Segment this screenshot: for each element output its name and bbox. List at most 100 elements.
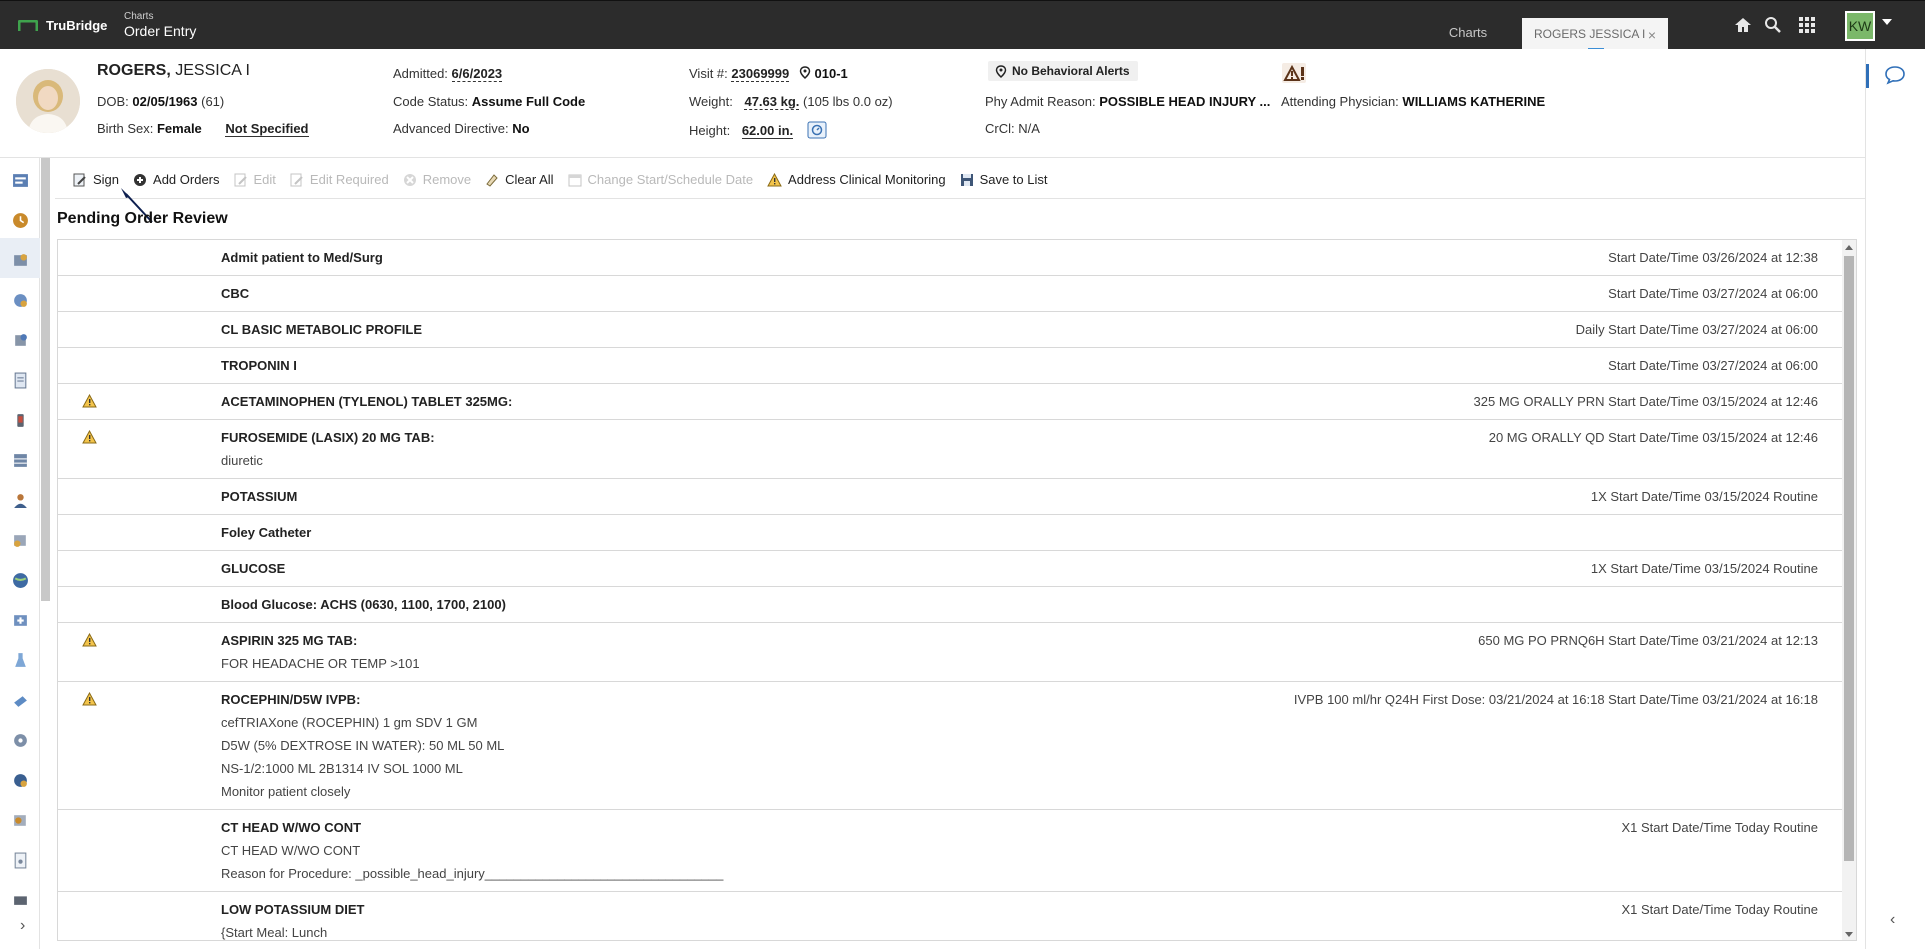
edit-required-label: Edit Required xyxy=(309,172,389,187)
birth-sex-label: Birth Sex: xyxy=(97,121,154,136)
sidebar-lab-icon[interactable] xyxy=(12,652,29,669)
order-name: CBC xyxy=(221,286,250,301)
order-schedule: Start Date/Time 03/26/2024 at 12:38 xyxy=(1608,250,1818,265)
sidebar-clock-icon[interactable] xyxy=(12,212,29,229)
order-name: CL BASIC METABOLIC PROFILE xyxy=(221,322,423,337)
sidebar-world-icon[interactable] xyxy=(12,772,29,789)
sidebar-settings-icon[interactable] xyxy=(12,732,29,749)
order-row[interactable]: CL BASIC METABOLIC PROFILE Daily Start Da… xyxy=(58,312,1856,348)
edit-button[interactable]: Edit xyxy=(234,172,276,187)
orders-scrollbar[interactable] xyxy=(1842,240,1856,940)
page-title: Pending Order Review xyxy=(57,210,228,227)
sidebar-notes-icon[interactable] xyxy=(12,532,29,549)
sidebar-results-icon[interactable] xyxy=(12,292,29,309)
app-subtitle: Charts xyxy=(124,11,154,22)
order-row[interactable]: CBC Start Date/Time 03/27/2024 at 06:00 xyxy=(58,276,1856,312)
order-row[interactable]: POTASSIUM 1X Start Date/Time 03/15/2024 R… xyxy=(58,479,1856,515)
order-schedule: Start Date/Time 03/27/2024 at 06:00 xyxy=(1608,286,1818,301)
order-schedule: IVPB 100 ml/hr Q24H First Dose: 03/21/20… xyxy=(1293,692,1818,707)
chevron-left-icon[interactable]: ‹ xyxy=(1890,911,1895,929)
save-to-list-button[interactable]: Save to List xyxy=(960,172,1048,187)
order-row[interactable]: LOW POTASSIUM DIET X1 Start Date/Time Tod… xyxy=(58,892,1856,940)
sidebar-more-icon[interactable] xyxy=(12,890,29,907)
order-row[interactable]: Admit patient to Med/Surg Start Date/Time… xyxy=(58,240,1856,276)
weight-link[interactable]: 47.63 kg. xyxy=(744,94,800,110)
order-row[interactable]: CT HEAD W/WO CONT X1 Start Date/Time Toda… xyxy=(58,810,1856,892)
tab-patient-chart[interactable]: ROGERS JESSICA I × xyxy=(1522,18,1668,50)
chevron-right-icon[interactable]: › xyxy=(20,917,25,935)
scroll-down-icon[interactable] xyxy=(1845,932,1853,937)
clear-all-button[interactable]: Clear All xyxy=(485,172,554,187)
sidebar-person-icon[interactable] xyxy=(12,492,29,509)
tab-patient-label: ROGERS JESSICA I xyxy=(1534,27,1646,41)
sidebar-transfer-icon[interactable] xyxy=(12,692,29,709)
chevron-down-icon[interactable] xyxy=(1882,19,1892,25)
order-schedule: X1 Start Date/Time Today Routine xyxy=(1621,902,1818,917)
location-pin-icon xyxy=(995,65,1007,78)
growth-chart-icon[interactable] xyxy=(807,121,827,139)
scroll-thumb[interactable] xyxy=(1844,256,1854,861)
change-start-date-label: Change Start/Schedule Date xyxy=(587,172,754,187)
remove-button[interactable]: Remove xyxy=(403,172,471,187)
admitted-label: Admitted: xyxy=(393,66,448,81)
warning-icon xyxy=(82,692,97,706)
order-schedule: 1X Start Date/Time 03/15/2024 Routine xyxy=(1590,561,1818,576)
sidebar-education-icon[interactable] xyxy=(12,812,29,829)
patient-name: ROGERS, JESSICA I xyxy=(97,62,250,80)
edit-required-button[interactable]: Edit Required xyxy=(290,172,389,187)
left-sidebar xyxy=(0,158,40,949)
dob-label: DOB: xyxy=(97,94,129,109)
chat-icon[interactable] xyxy=(1884,65,1906,85)
patient-banner: ROGERS, JESSICA I DOB: 02/05/1963 (61) B… xyxy=(0,49,1865,158)
behavioral-alerts-badge[interactable]: No Behavioral Alerts xyxy=(988,61,1138,81)
patient-first-name: JESSICA I xyxy=(175,62,250,79)
order-row[interactable]: FUROSEMIDE (LASIX) 20 MG TAB: 20 MG ORALL… xyxy=(58,420,1856,479)
home-icon[interactable] xyxy=(1733,15,1753,35)
location-pin-icon xyxy=(799,66,811,80)
add-orders-label: Add Orders xyxy=(153,172,220,187)
sidebar-summary-icon[interactable] xyxy=(12,172,29,189)
brand-logo[interactable]: TruBridge xyxy=(18,18,107,33)
sidebar-documents-icon[interactable] xyxy=(12,372,29,389)
order-row[interactable]: ROCEPHIN/D5W IVPB: IVPB 100 ml/hr Q24H Fi… xyxy=(58,682,1856,810)
right-rail: ‹ xyxy=(1865,49,1925,949)
sidebar-database-icon[interactable] xyxy=(12,452,29,469)
order-row[interactable]: ASPIRIN 325 MG TAB: 650 MG PO PRNQ6H Star… xyxy=(58,623,1856,682)
gender-identity-link[interactable]: Not Specified xyxy=(225,121,309,137)
sidebar-device-icon[interactable] xyxy=(12,412,29,429)
user-avatar[interactable]: KW xyxy=(1845,11,1875,41)
order-detail-line: Reason for Procedure: _possible_head_inj… xyxy=(221,866,724,881)
sidebar-globe-icon[interactable] xyxy=(12,572,29,589)
brand-name: TruBridge xyxy=(46,18,108,33)
sidebar-add-icon[interactable] xyxy=(12,612,29,629)
trubridge-logo-icon xyxy=(18,19,38,31)
sidebar-meds-icon[interactable] xyxy=(12,332,29,349)
sign-button[interactable]: Sign xyxy=(73,172,119,187)
sidebar-forms-icon[interactable] xyxy=(12,852,29,869)
height-link[interactable]: 62.00 in. xyxy=(741,123,794,139)
visit-link[interactable]: 23069999 xyxy=(731,66,790,82)
app-header: TruBridge Charts Order Entry Charts ROGE… xyxy=(0,0,1925,50)
scroll-up-icon[interactable] xyxy=(1845,245,1853,250)
apps-grid-icon[interactable] xyxy=(1797,15,1817,35)
allergy-alert-icon[interactable] xyxy=(1282,63,1306,83)
birth-sex-field: Birth Sex: Female Not Specified xyxy=(97,121,309,137)
warning-icon xyxy=(82,394,97,408)
order-row[interactable]: ACETAMINOPHEN (TYLENOL) TABLET 325MG: 325… xyxy=(58,384,1856,420)
order-name: TROPONIN I xyxy=(221,358,297,373)
order-row[interactable]: TROPONIN I Start Date/Time 03/27/2024 at … xyxy=(58,348,1856,384)
close-icon[interactable]: × xyxy=(1648,27,1656,43)
sidebar-orders-icon[interactable] xyxy=(12,252,29,269)
address-monitoring-button[interactable]: Address Clinical Monitoring xyxy=(767,172,946,187)
admitted-link[interactable]: 6/6/2023 xyxy=(451,66,503,82)
change-start-date-button[interactable]: Change Start/Schedule Date xyxy=(568,172,754,187)
order-row[interactable]: GLUCOSE 1X Start Date/Time 03/15/2024 Rou… xyxy=(58,551,1856,587)
order-schedule: Daily Start Date/Time 03/27/2024 at 06:0… xyxy=(1575,322,1818,337)
order-row[interactable]: Foley Catheter xyxy=(58,515,1856,551)
order-row[interactable]: Blood Glucose: ACHS (0630, 1100, 1700, 2… xyxy=(58,587,1856,623)
tab-charts[interactable]: Charts xyxy=(1428,16,1508,50)
sidebar-scrollbar[interactable] xyxy=(41,158,50,601)
add-orders-button[interactable]: Add Orders xyxy=(133,172,220,187)
search-icon[interactable] xyxy=(1763,15,1783,35)
eraser-icon xyxy=(486,173,498,187)
